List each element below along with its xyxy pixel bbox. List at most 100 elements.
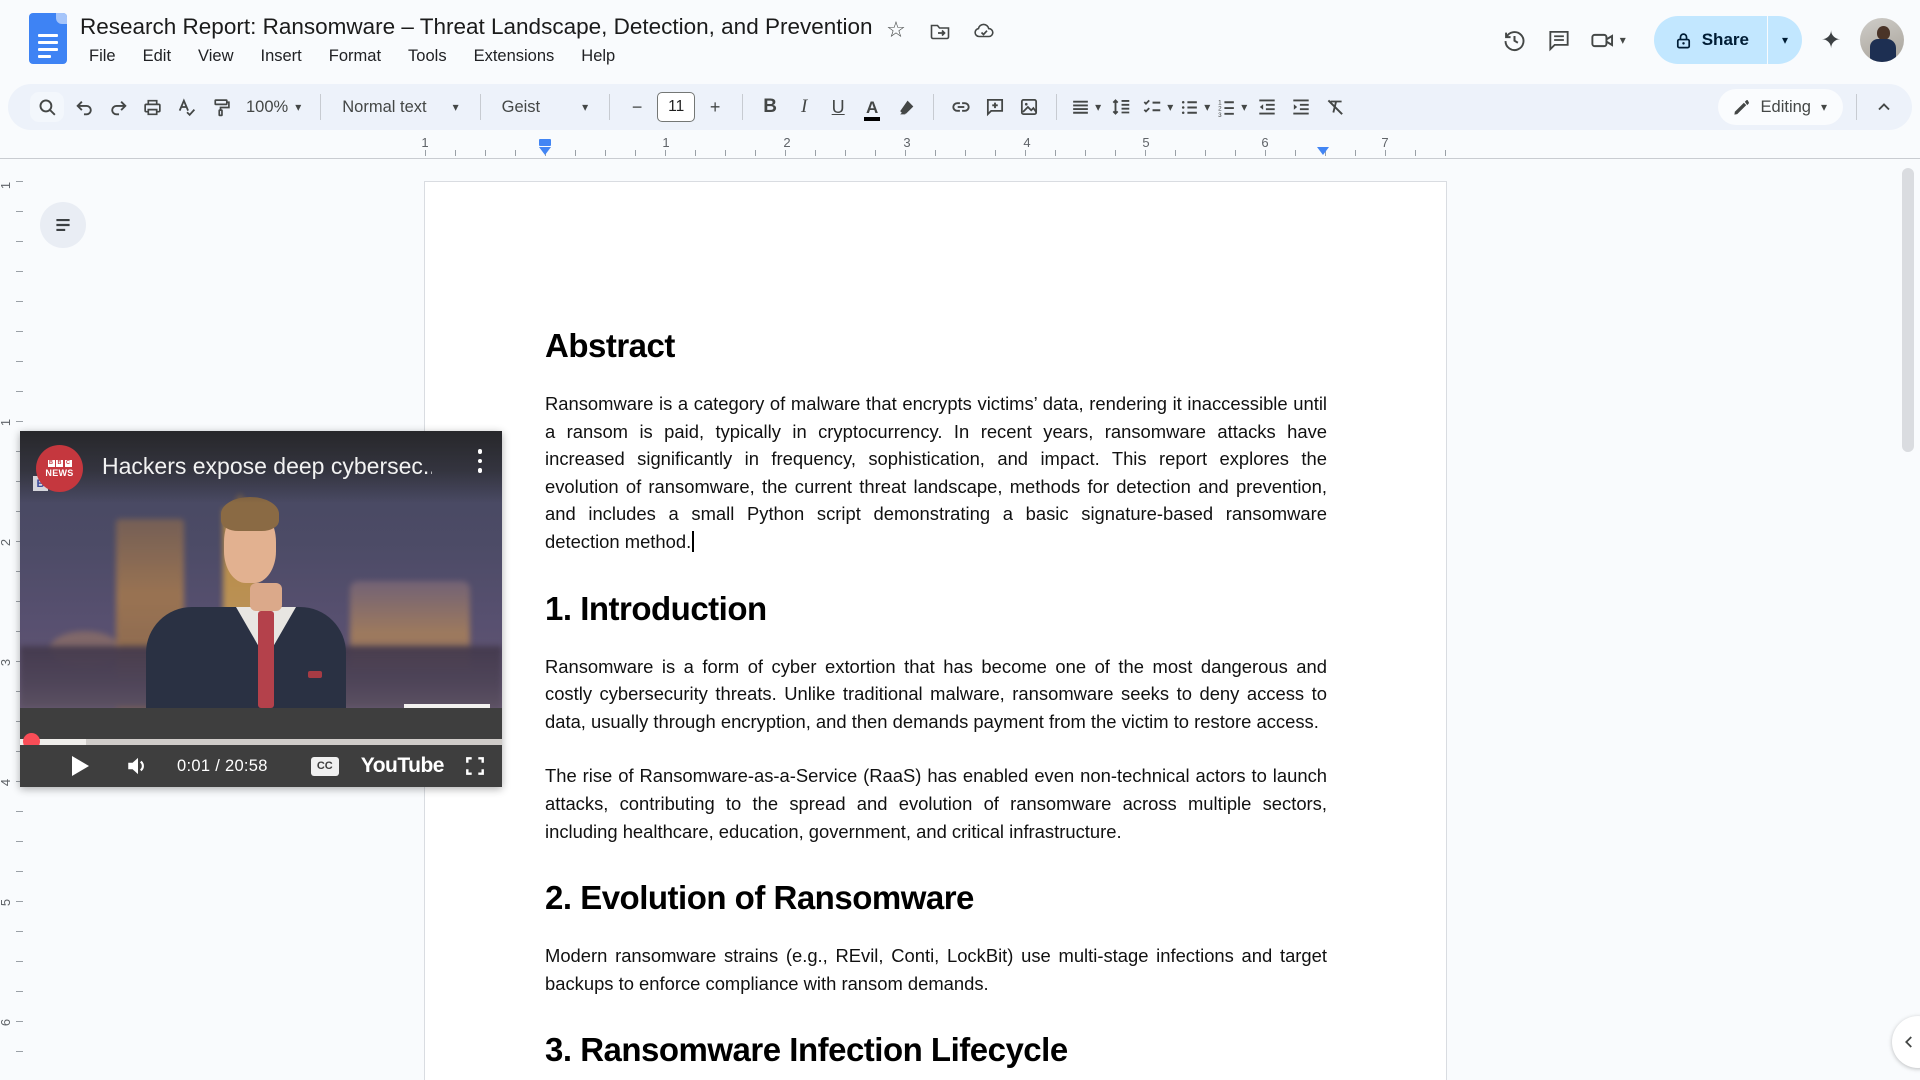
star-icon[interactable]: ☆ [884, 19, 908, 43]
first-line-indent-marker[interactable] [539, 139, 551, 146]
menu-extensions[interactable]: Extensions [463, 44, 566, 69]
redo-icon[interactable] [104, 92, 132, 122]
show-outline-button[interactable] [40, 202, 86, 248]
menu-edit[interactable]: Edit [132, 44, 182, 69]
version-history-icon[interactable] [1500, 25, 1530, 55]
text-color-button[interactable]: A [858, 92, 886, 122]
font-select[interactable]: Geist ▾ [494, 92, 597, 122]
fullscreen-icon[interactable] [464, 755, 486, 777]
closed-captions-button[interactable]: CC [311, 757, 339, 776]
bulleted-list-select[interactable]: ▾ [1179, 92, 1210, 122]
mode-label: Editing [1761, 98, 1811, 117]
heading-evolution[interactable]: 2. Evolution of Ransomware [545, 879, 1327, 917]
docs-logo-fold [56, 13, 67, 24]
youtube-embed-player[interactable]: B BBC NEWS Hackers expose deep cybersec.… [20, 431, 502, 787]
share-dropdown[interactable]: ▾ [1768, 16, 1802, 64]
checklist-caret-icon: ▾ [1167, 101, 1173, 113]
highlight-color-icon[interactable] [892, 92, 920, 122]
right-indent-marker[interactable] [1317, 147, 1329, 155]
numbered-list-select[interactable]: 1 2 3 ▾ [1216, 92, 1247, 122]
menu-tools[interactable]: Tools [397, 44, 458, 69]
menu-help[interactable]: Help [570, 44, 626, 69]
heading-abstract[interactable]: Abstract [545, 327, 1327, 365]
video-controls-bar: 0:01 / 20:58 CC YouTube [20, 745, 502, 787]
subscribe-badge: SUBSCRIBE [404, 704, 490, 708]
paragraph-evolution[interactable]: Modern ransomware strains (e.g., REvil, … [545, 942, 1327, 997]
horizontal-ruler[interactable] [425, 150, 1447, 156]
news-anchor-pocket-square [308, 671, 322, 678]
left-indent-marker[interactable] [539, 147, 551, 155]
menu-view[interactable]: View [187, 44, 244, 69]
comments-icon[interactable] [1544, 25, 1574, 55]
news-anchor-tie [258, 611, 274, 708]
paragraph-abstract[interactable]: Ransomware is a category of malware that… [545, 390, 1327, 556]
docs-logo-icon[interactable] [29, 13, 67, 64]
document-body[interactable]: Abstract Ransomware is a category of mal… [545, 301, 1327, 1080]
share-label: Share [1702, 30, 1749, 50]
font-size-field[interactable]: 11 [657, 92, 695, 122]
formatting-toolbar: 100% ▾ Normal text ▾ Geist ▾ − 11 + B I … [8, 84, 1912, 130]
numbered-list-caret-icon: ▾ [1241, 101, 1247, 113]
insert-image-icon[interactable] [1015, 92, 1043, 122]
decrease-indent-icon[interactable] [1253, 92, 1281, 122]
top-bar: Research Report: Ransomware – Threat Lan… [0, 0, 1920, 80]
text-cursor [692, 531, 694, 552]
align-select[interactable]: ▾ [1070, 92, 1101, 122]
paragraph-introduction-1[interactable]: Ransomware is a form of cyber extortion … [545, 653, 1327, 736]
menu-insert[interactable]: Insert [250, 44, 313, 69]
hide-menus-icon[interactable] [1870, 92, 1898, 122]
align-caret-icon: ▾ [1095, 101, 1101, 113]
cloud-saved-icon[interactable] [972, 19, 996, 43]
search-menus-icon[interactable] [30, 92, 64, 122]
menu-format[interactable]: Format [318, 44, 392, 69]
decrease-font-size-button[interactable]: − [623, 92, 651, 122]
clear-formatting-icon[interactable] [1321, 92, 1349, 122]
share-button-main[interactable]: Share [1654, 16, 1767, 64]
video-frame[interactable]: B BBC NEWS Hackers expose deep cybersec.… [20, 431, 502, 708]
scrollbar-thumb[interactable] [1902, 168, 1914, 452]
video-time-display: 0:01 / 20:58 [177, 757, 268, 776]
avatar-person [1870, 26, 1896, 62]
google-docs-app: Research Report: Ransomware – Threat Lan… [0, 0, 1920, 1080]
video-title[interactable]: Hackers expose deep cybersec... [102, 453, 432, 480]
document-title[interactable]: Research Report: Ransomware – Threat Lan… [80, 14, 873, 40]
checklist-select[interactable]: ▾ [1141, 92, 1173, 122]
insert-link-icon[interactable] [947, 92, 975, 122]
account-avatar[interactable] [1860, 18, 1904, 62]
mode-select[interactable]: Editing ▾ [1718, 89, 1843, 125]
increase-font-size-button[interactable]: + [701, 92, 729, 122]
print-icon[interactable] [138, 92, 166, 122]
share-button[interactable]: Share ▾ [1654, 16, 1802, 64]
paint-format-icon[interactable] [206, 92, 234, 122]
italic-button[interactable]: I [790, 92, 818, 122]
increase-indent-icon[interactable] [1287, 92, 1315, 122]
line-spacing-icon[interactable] [1107, 92, 1135, 122]
gemini-sparkle-icon[interactable]: ✦ [1816, 25, 1846, 55]
underline-button[interactable]: U [824, 92, 852, 122]
paragraph-styles-select[interactable]: Normal text ▾ [334, 92, 466, 122]
bold-button[interactable]: B [756, 92, 784, 122]
undo-icon[interactable] [70, 92, 98, 122]
styles-caret-icon: ▾ [453, 101, 459, 113]
video-more-options-icon[interactable] [478, 449, 483, 473]
video-call-group[interactable]: ▾ [1588, 25, 1626, 55]
zoom-select[interactable]: 100% ▾ [240, 92, 307, 122]
play-button[interactable] [72, 756, 89, 776]
news-anchor-head [221, 497, 279, 589]
video-call-icon[interactable] [1588, 25, 1618, 55]
add-comment-icon[interactable] [981, 92, 1009, 122]
youtube-logo[interactable]: YouTube [361, 754, 444, 778]
menu-bar: File Edit View Insert Format Tools Exten… [78, 44, 626, 69]
paragraph-introduction-2[interactable]: The rise of Ransomware-as-a-Service (Raa… [545, 762, 1327, 845]
video-call-caret-icon[interactable]: ▾ [1620, 34, 1626, 46]
move-folder-icon[interactable] [928, 19, 952, 43]
spell-check-icon[interactable] [172, 92, 200, 122]
pencil-icon [1732, 98, 1751, 117]
zoom-caret-icon: ▾ [295, 101, 301, 113]
heading-lifecycle[interactable]: 3. Ransomware Infection Lifecycle [545, 1031, 1327, 1069]
volume-icon[interactable] [125, 753, 151, 779]
menu-file[interactable]: File [78, 44, 127, 69]
heading-introduction[interactable]: 1. Introduction [545, 590, 1327, 628]
ruler-divider [0, 158, 1920, 159]
bbc-news-channel-logo[interactable]: BBC NEWS [36, 445, 83, 492]
